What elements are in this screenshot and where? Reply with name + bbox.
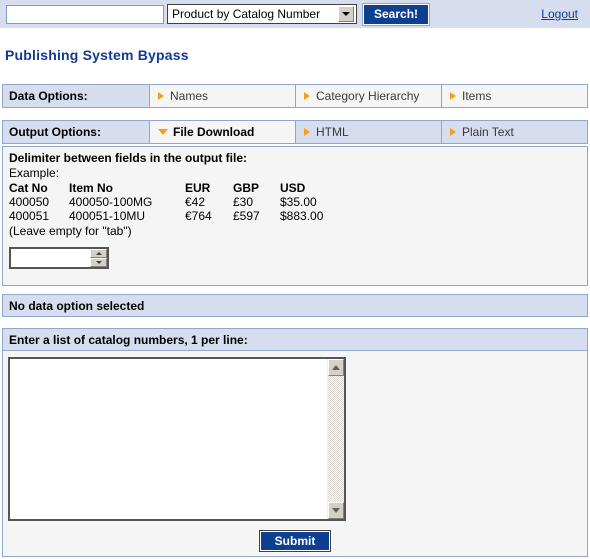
delimiter-heading: Delimiter between fields in the output f… <box>9 151 248 165</box>
scroll-up-icon[interactable] <box>328 359 344 376</box>
top-search-bar: Product by Catalog Number Search! Logout <box>0 0 590 29</box>
output-option-html[interactable]: HTML <box>295 121 441 143</box>
triangle-right-icon <box>450 128 456 136</box>
cell-usd: $883.00 <box>280 209 324 223</box>
catalog-body: Submit <box>3 351 587 557</box>
delimiter-input-group[interactable] <box>9 247 109 269</box>
cell-eur: €42 <box>185 195 206 209</box>
example-label: Example: <box>9 166 60 180</box>
cell-item-no: 400051-10MU <box>69 209 146 223</box>
triangle-right-icon <box>158 92 164 100</box>
delimiter-input[interactable] <box>11 249 90 267</box>
column-header-usd: USD <box>280 181 306 195</box>
catalog-panel: Enter a list of catalog numbers, 1 per l… <box>2 328 588 557</box>
column-header-eur: EUR <box>185 181 211 195</box>
output-option-file-download[interactable]: File Download <box>149 121 295 143</box>
status-message: No data option selected <box>2 294 588 317</box>
app-page: Product by Catalog Number Search! Logout… <box>0 0 590 559</box>
cell-item-no: 400050-100MG <box>69 195 153 209</box>
triangle-right-icon <box>304 128 310 136</box>
search-category-select[interactable]: Product by Catalog Number <box>167 4 357 24</box>
cell-cat-no: 400051 <box>9 209 50 223</box>
column-header-gbp: GBP <box>233 181 260 195</box>
table-row: 400050 400050-100MG €42 £30 $35.00 <box>9 195 350 209</box>
delimiter-hint: (Leave empty for "tab") <box>9 224 132 238</box>
cell-cat-no: 400050 <box>9 195 50 209</box>
example-table: Cat No Item No EUR GBP USD 400050 400050… <box>9 181 350 223</box>
chevron-down-icon[interactable] <box>338 6 354 22</box>
cell-gbp: £30 <box>233 195 254 209</box>
output-option-html-label: HTML <box>316 125 349 139</box>
data-option-names-label: Names <box>170 89 209 103</box>
table-header-row: Cat No Item No EUR GBP USD <box>9 181 350 195</box>
cell-usd: $35.00 <box>280 195 317 209</box>
delimiter-stepper[interactable] <box>90 249 107 267</box>
page-title: Publishing System Bypass <box>5 47 189 63</box>
search-button[interactable]: Search! <box>361 2 431 26</box>
triangle-down-icon <box>158 129 168 135</box>
logout-link[interactable]: Logout <box>541 7 578 21</box>
data-option-category-hierarchy-label: Category Hierarchy <box>316 89 420 103</box>
catalog-textarea-group[interactable] <box>8 357 346 521</box>
cell-gbp: £597 <box>233 209 260 223</box>
column-header-item-no: Item No <box>69 181 114 195</box>
data-options-row: Data Options: Names Category Hierarchy I… <box>2 84 588 108</box>
stepper-up-icon[interactable] <box>90 249 107 258</box>
column-header-cat-no: Cat No <box>9 181 48 195</box>
scroll-down-icon[interactable] <box>328 502 344 519</box>
search-input[interactable] <box>6 4 164 24</box>
submit-row: Submit <box>3 530 587 552</box>
output-options-row: Output Options: File Download HTML Plain… <box>2 120 588 144</box>
table-row: 400051 400051-10MU €764 £597 $883.00 <box>9 209 350 223</box>
cell-eur: €764 <box>185 209 212 223</box>
catalog-textarea[interactable] <box>10 359 327 519</box>
catalog-header-label: Enter a list of catalog numbers, 1 per l… <box>3 329 587 351</box>
output-option-plain-text-label: Plain Text <box>462 125 514 139</box>
data-options-label: Data Options: <box>3 85 149 107</box>
search-category-value: Product by Catalog Number <box>172 7 321 21</box>
output-options-label: Output Options: <box>3 121 149 143</box>
data-option-items[interactable]: Items <box>441 85 587 107</box>
data-option-items-label: Items <box>462 89 492 103</box>
output-option-plain-text[interactable]: Plain Text <box>441 121 587 143</box>
triangle-right-icon <box>304 92 310 100</box>
stepper-down-icon[interactable] <box>90 258 107 267</box>
output-option-file-download-label: File Download <box>173 125 255 139</box>
delimiter-panel: Delimiter between fields in the output f… <box>2 146 588 286</box>
submit-button[interactable]: Submit <box>258 530 332 552</box>
triangle-right-icon <box>450 92 456 100</box>
data-option-names[interactable]: Names <box>149 85 295 107</box>
catalog-textarea-scrollbar[interactable] <box>327 359 344 519</box>
data-option-category-hierarchy[interactable]: Category Hierarchy <box>295 85 441 107</box>
